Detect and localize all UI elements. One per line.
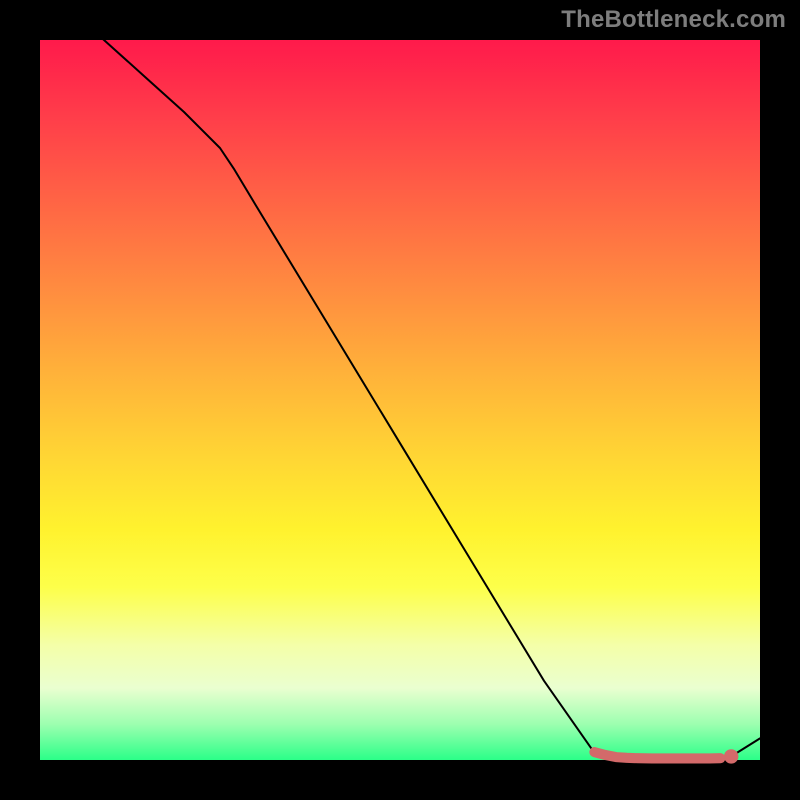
- plot-area: [40, 40, 760, 760]
- watermark-text: TheBottleneck.com: [561, 6, 786, 34]
- chart-container: TheBottleneck.com: [0, 0, 800, 800]
- series-curve: [40, 0, 760, 759]
- chart-svg: [40, 40, 760, 760]
- end-dot-marker: [724, 749, 738, 763]
- series-highlight: [594, 752, 720, 758]
